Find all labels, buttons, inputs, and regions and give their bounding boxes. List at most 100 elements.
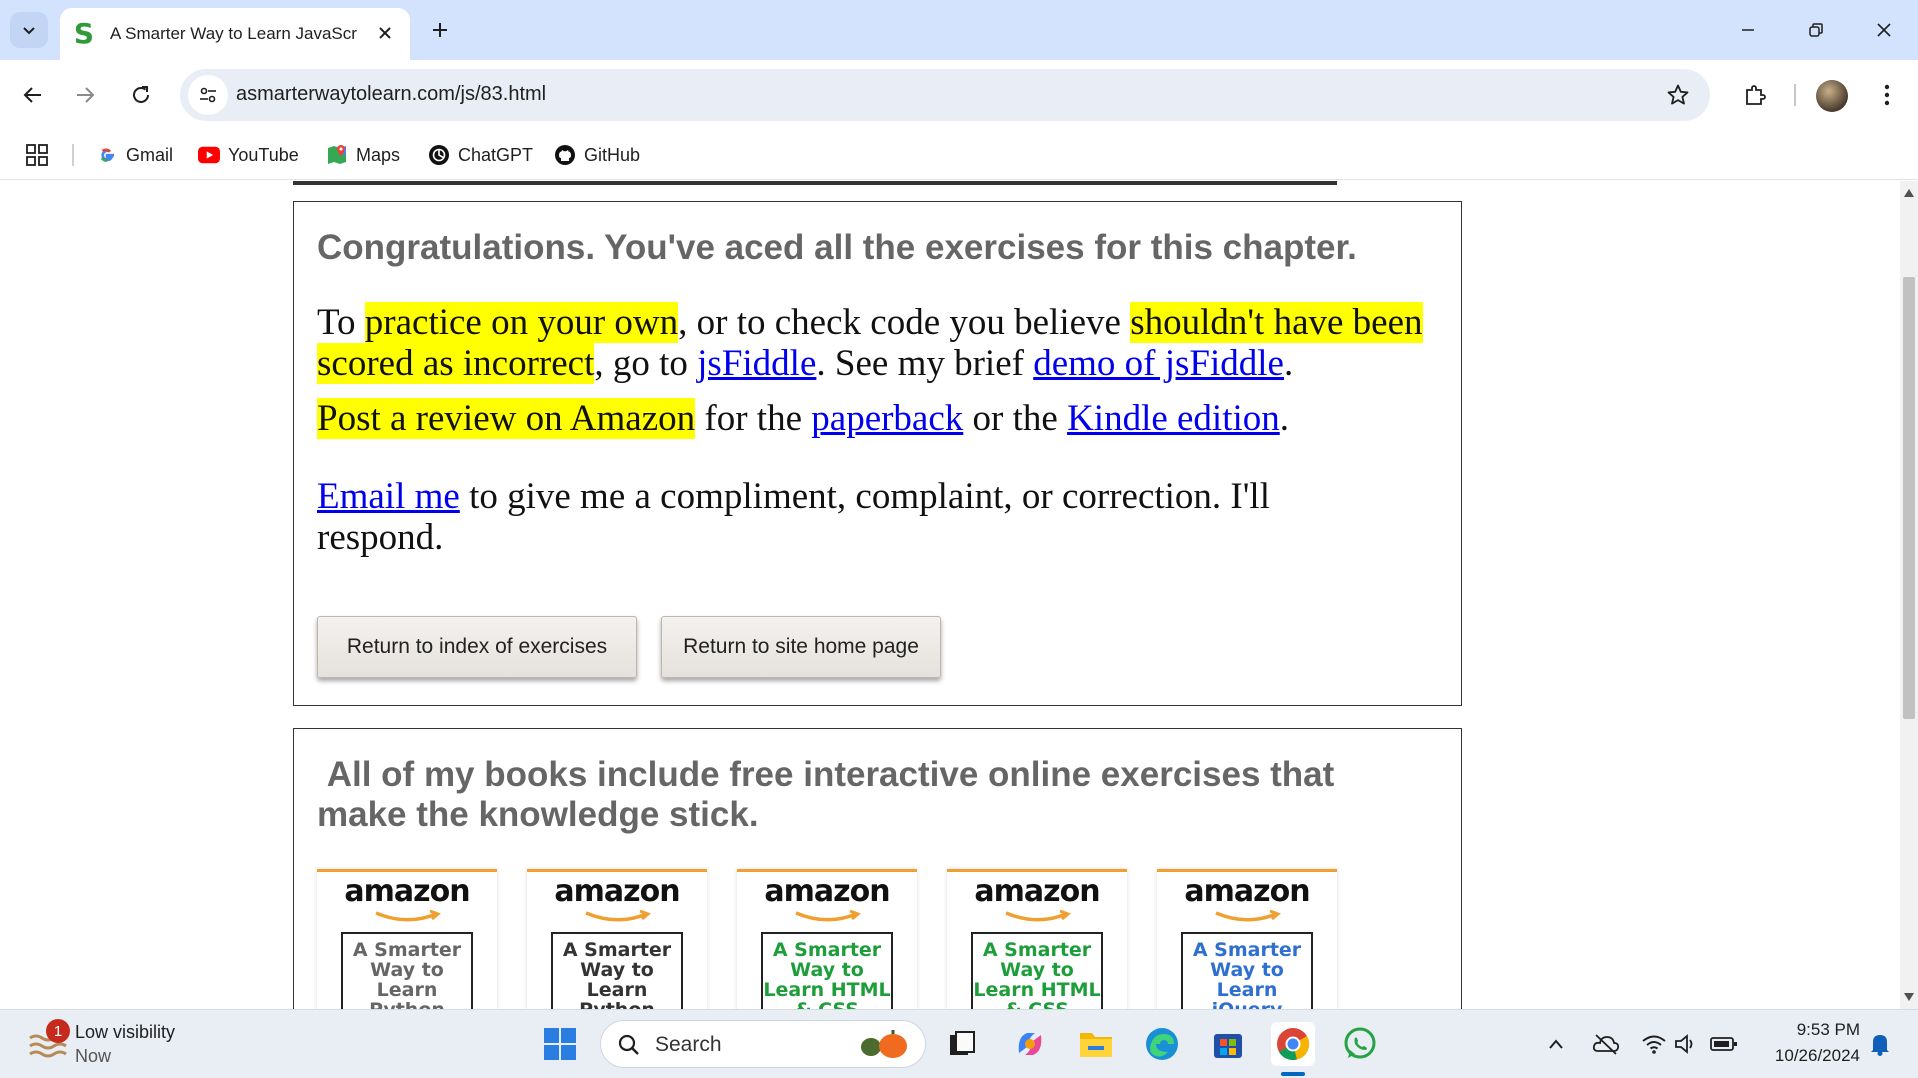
text: To [317,302,365,343]
scrollbar-thumb[interactable] [1903,277,1915,719]
bookmark-label: ChatGPT [458,144,534,165]
bookmark-chatgpt[interactable]: ChatGPT [428,142,533,168]
github-icon [554,144,576,166]
more-vertical-icon [1884,84,1890,106]
cloud-offline-icon [1592,1034,1620,1055]
email-me-link[interactable]: Email me [317,476,460,517]
scroll-up-arrow-icon[interactable] [1904,189,1914,197]
wifi-button[interactable] [1640,1030,1668,1058]
return-to-index-button[interactable]: Return to index of exercises [317,616,637,678]
book-link-2[interactable]: amazon A Smarter Way to Learn Python [527,869,707,1009]
tab-search-button[interactable] [10,12,48,48]
review-paragraph: Post a review on Amazon for the paperbac… [317,398,1437,439]
scroll-down-arrow-icon[interactable] [1904,993,1914,1001]
return-to-home-button[interactable]: Return to site home page [661,616,941,678]
close-window-button[interactable] [1862,12,1906,48]
chrome-button[interactable] [1271,1022,1315,1066]
kindle-edition-link[interactable]: Kindle edition [1067,398,1280,439]
edge-button[interactable] [1140,1022,1184,1066]
page-scrollbar[interactable] [1900,181,1918,1009]
store-button[interactable] [1206,1022,1250,1066]
address-bar[interactable]: asmarterwaytolearn.com/js/83.html [180,69,1710,121]
folder-icon [1080,1033,1112,1057]
site-info-button[interactable] [188,75,228,115]
notification-badge: 1 [46,1019,70,1043]
edge-icon [1146,1028,1178,1060]
browser-toolbar: asmarterwaytolearn.com/js/83.html [0,60,1918,130]
page-viewport: Congratulations. You've aced all the exe… [0,181,1900,1009]
profile-avatar[interactable] [1816,80,1848,112]
copilot-button[interactable] [1008,1022,1052,1066]
whatsapp-button[interactable] [1338,1022,1382,1066]
url-text: asmarterwaytolearn.com/js/83.html [236,83,547,105]
clock-date[interactable]: 10/26/2024 [1760,1046,1860,1066]
book-link-1[interactable]: amazon A Smarter Way to Learn Python [317,869,497,1009]
weather-subtitle: Now [75,1046,112,1066]
site-favicon-icon: S [73,17,95,50]
battery-button[interactable] [1710,1030,1738,1058]
plus-icon [433,23,447,37]
bookmark-youtube[interactable]: YouTube [198,142,299,168]
restore-button[interactable] [1794,12,1838,48]
browser-menu-button[interactable] [1870,78,1904,112]
bookmark-github[interactable]: GitHub [554,142,640,168]
text: for the [695,398,812,439]
text: , go to [594,343,698,384]
book-link-4[interactable]: amazon A Smarter Way to Learn HTML & CSS [947,869,1127,1009]
taskbar-search[interactable]: Search [600,1020,926,1068]
minimize-icon [1742,29,1754,31]
search-icon [618,1034,639,1055]
bookmark-maps[interactable]: Maps [326,142,400,168]
text: to give me a compliment, complaint, or c… [317,476,1270,558]
show-hidden-icons-button[interactable] [1542,1030,1570,1058]
minimize-button[interactable] [1726,12,1770,48]
task-view-button[interactable] [940,1022,984,1066]
apps-grid-icon[interactable] [24,142,50,168]
pumpkin-icon [861,1030,907,1058]
reload-button[interactable] [122,76,160,114]
battery-icon [1710,1037,1737,1051]
extensions-button[interactable] [1736,76,1774,114]
amazon-logo: amazon [1184,874,1310,909]
notifications-button[interactable] [1866,1030,1894,1058]
highlight-practice: practice on your own [364,302,679,343]
book-cover: A Smarter Way to Learn jQuery [1181,932,1313,1009]
puzzle-icon [1746,85,1766,105]
book-link-3[interactable]: amazon A Smarter Way to Learn HTML & CSS [737,869,917,1009]
start-button[interactable] [538,1022,582,1066]
youtube-icon [198,144,220,166]
copilot-icon [1018,1033,1042,1055]
paperback-link[interactable]: paperback [811,398,963,439]
book-link-5[interactable]: amazon A Smarter Way to Learn jQuery [1157,869,1337,1009]
volume-button[interactable] [1672,1030,1700,1058]
forward-button[interactable] [66,76,104,114]
amazon-logo: amazon [344,874,470,909]
bookmark-label: Maps [356,144,401,165]
tab-close-button[interactable] [374,22,396,44]
speaker-icon [1675,1034,1693,1054]
back-button[interactable] [14,76,52,114]
file-explorer-button[interactable] [1074,1022,1118,1066]
book-cover: A Smarter Way to Learn Python [341,932,473,1009]
browser-tab-active[interactable]: S A Smarter Way to Learn JavaScr [60,8,410,60]
jsfiddle-demo-link[interactable]: demo of jsFiddle [1033,343,1284,384]
new-tab-button[interactable] [424,14,456,46]
books-panel: All of my books include free interactive… [293,728,1462,1009]
chevron-up-icon [1549,1039,1563,1049]
google-g-icon [96,144,118,166]
whatsapp-icon [1344,1027,1376,1059]
clock-time[interactable]: 9:53 PM [1760,1020,1860,1040]
jsfiddle-link[interactable]: jsFiddle [697,343,816,384]
text: . [1283,343,1294,384]
arrow-right-icon [77,87,95,103]
search-label: Search [655,1033,722,1056]
restore-icon [1809,23,1823,37]
congrats-heading: Congratulations. You've aced all the exe… [317,228,1357,267]
bookmark-gmail[interactable]: Gmail [96,142,173,168]
email-paragraph: Email me to give me a compliment, compla… [317,476,1317,558]
onedrive-button[interactable] [1592,1030,1620,1058]
windows-logo-icon [544,1028,576,1060]
amazon-smile-icon [1215,910,1281,922]
bookmark-star-button[interactable] [1664,81,1692,109]
reload-icon [133,86,149,103]
